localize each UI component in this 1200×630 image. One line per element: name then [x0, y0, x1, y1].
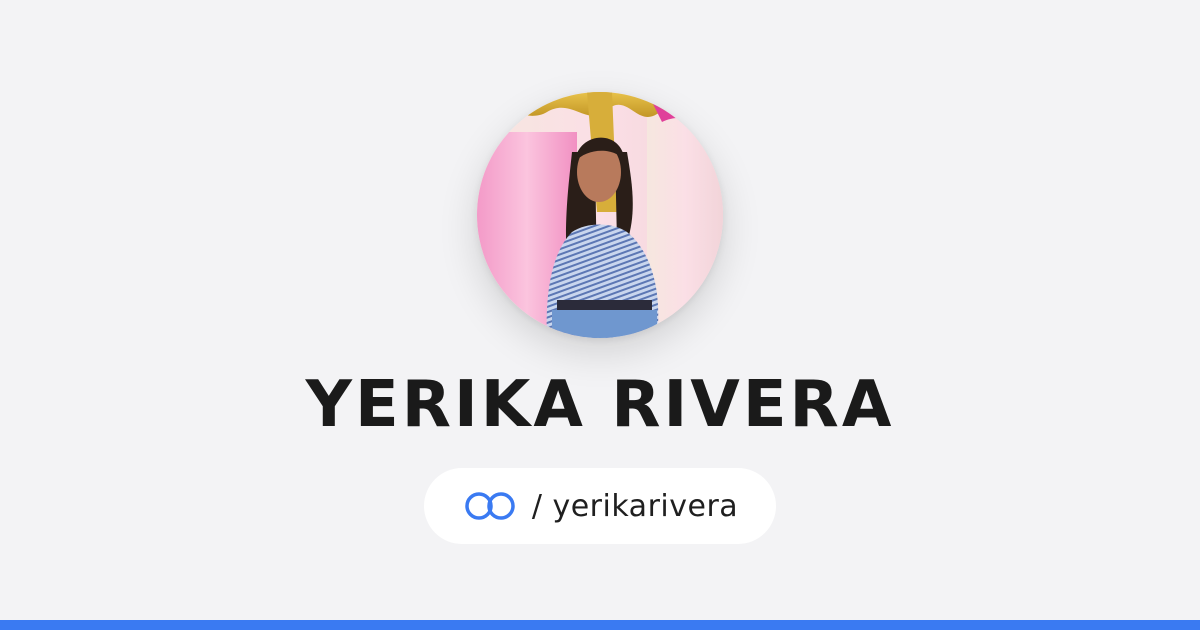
avatar [477, 92, 723, 338]
profile-handle: / yerikarivera [531, 488, 739, 524]
profile-link-button[interactable]: / yerikarivera [424, 468, 776, 544]
linked-rings-icon [465, 492, 515, 520]
profile-name: YERIKA RIVERA [305, 368, 895, 442]
avatar-photo [477, 92, 723, 338]
accent-bar [0, 620, 1200, 630]
